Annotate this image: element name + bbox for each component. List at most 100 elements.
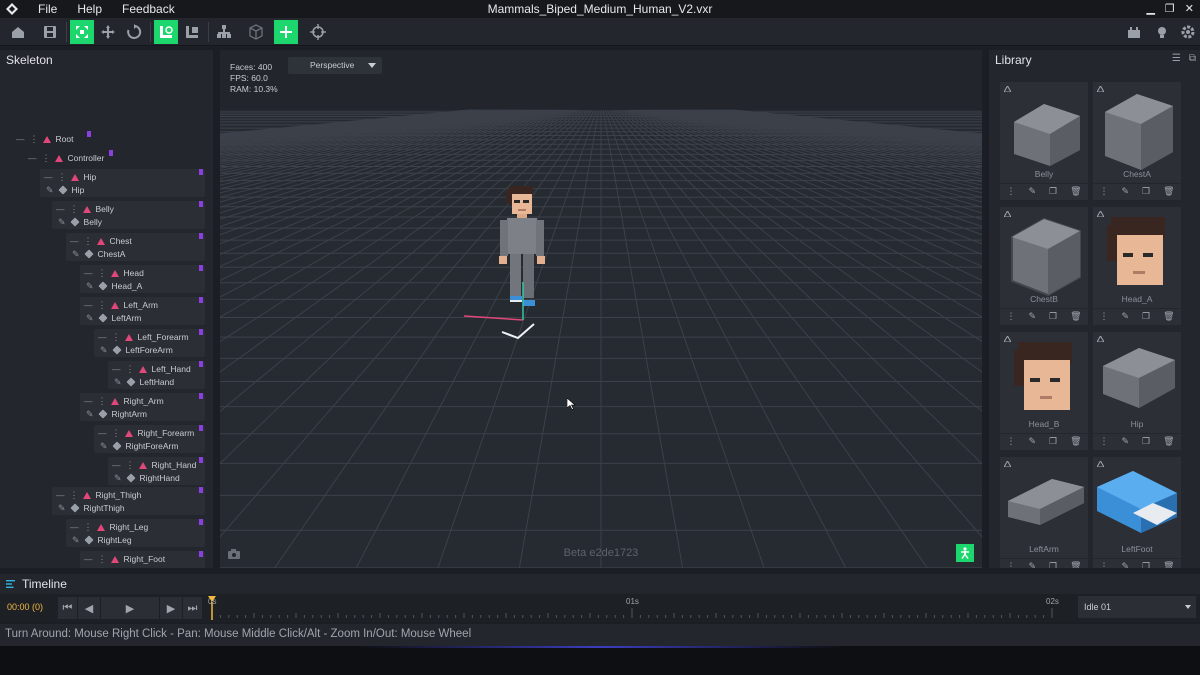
more-icon[interactable]: ⋮ xyxy=(1006,562,1015,568)
go-end-button[interactable]: ⏭ xyxy=(183,597,202,619)
edit-icon[interactable]: ✎ xyxy=(1028,187,1036,197)
save-icon[interactable] xyxy=(38,20,62,44)
bone-add-icon[interactable] xyxy=(154,20,178,44)
hierarchy-icon[interactable] xyxy=(212,20,236,44)
edit-icon[interactable]: ✎ xyxy=(100,441,108,452)
edit-icon[interactable]: ✎ xyxy=(100,345,108,356)
duplicate-icon[interactable]: ❐ xyxy=(1142,187,1150,197)
bone-item[interactable]: — ⋮ Chest ✎ ChestA xyxy=(66,233,205,264)
more-icon[interactable]: ⋮ xyxy=(1006,437,1015,447)
drag-handle-icon[interactable]: ⋮ xyxy=(84,236,93,247)
play-button[interactable]: ▶ xyxy=(101,597,159,619)
more-icon[interactable]: ⋮ xyxy=(1006,187,1015,197)
fit-view-icon[interactable] xyxy=(70,20,94,44)
edit-icon[interactable]: ✎ xyxy=(72,535,80,546)
settings-icon[interactable] xyxy=(1176,20,1200,44)
trash-icon[interactable]: 🗑 xyxy=(1070,562,1081,568)
collapse-icon[interactable]: — xyxy=(16,134,25,144)
more-icon[interactable]: ⋮ xyxy=(1006,312,1015,322)
edit-icon[interactable]: ✎ xyxy=(86,409,94,420)
edit-icon[interactable]: ✎ xyxy=(86,313,94,324)
drag-handle-icon[interactable]: ⋮ xyxy=(84,522,93,533)
collapse-icon[interactable]: — xyxy=(70,236,79,246)
menu-feedback[interactable]: Feedback xyxy=(122,2,175,16)
collapse-icon[interactable]: — xyxy=(70,522,79,532)
pose-mode-button[interactable] xyxy=(956,544,974,562)
trash-icon[interactable]: 🗑 xyxy=(1070,437,1081,447)
duplicate-icon[interactable]: ❐ xyxy=(1142,312,1150,322)
collapse-icon[interactable]: — xyxy=(56,204,65,214)
library-item[interactable]: Head_B ⋮ ✎ ❐ 🗑 xyxy=(1000,332,1088,450)
maximize-icon[interactable]: ❐ xyxy=(1165,2,1175,15)
more-icon[interactable]: ⋮ xyxy=(1099,562,1108,568)
edit-icon[interactable]: ✎ xyxy=(1121,562,1129,568)
collapse-icon[interactable]: — xyxy=(98,332,107,342)
trash-icon[interactable]: 🗑 xyxy=(1070,312,1081,322)
3d-viewport[interactable]: Faces: 400 FPS: 60.0 RAM: 10.3% Perspect… xyxy=(220,50,982,568)
trash-icon[interactable]: 🗑 xyxy=(1070,187,1081,197)
camera-mode-dropdown[interactable]: Perspective xyxy=(288,57,382,74)
edit-icon[interactable]: ✎ xyxy=(1121,312,1129,322)
collapse-icon[interactable]: — xyxy=(112,460,121,470)
collapse-icon[interactable]: — xyxy=(84,268,93,278)
bone-item[interactable]: — ⋮ Head ✎ Head_A xyxy=(80,265,205,296)
trash-icon[interactable]: 🗑 xyxy=(1163,312,1174,322)
collapse-icon[interactable]: — xyxy=(56,490,65,500)
edit-icon[interactable]: ✎ xyxy=(1028,437,1036,447)
drag-handle-icon[interactable]: ⋮ xyxy=(70,204,79,215)
drag-handle-icon[interactable]: ⋮ xyxy=(98,268,107,279)
bone-item[interactable]: — ⋮ Left_Forearm ✎ LeftForeArm xyxy=(94,329,205,360)
animation-select[interactable]: Idle 01 xyxy=(1078,596,1196,618)
drag-handle-icon[interactable]: ⋮ xyxy=(70,490,79,501)
bone-item[interactable]: — ⋮ Right_Leg ✎ RightLeg xyxy=(66,519,205,550)
bone-item[interactable]: — ⋮ Right_Forearm ✎ RightForeArm xyxy=(94,425,205,456)
menu-file[interactable]: File xyxy=(38,2,57,16)
edit-icon[interactable]: ✎ xyxy=(1028,562,1036,568)
drag-handle-icon[interactable]: ⋮ xyxy=(112,428,121,439)
collapse-icon[interactable]: — xyxy=(84,396,93,406)
edit-icon[interactable]: ✎ xyxy=(46,185,54,196)
minimize-icon[interactable]: ▁ xyxy=(1146,2,1154,15)
edit-icon[interactable]: ✎ xyxy=(1121,437,1129,447)
export-icon[interactable] xyxy=(1122,20,1146,44)
collapse-icon[interactable]: — xyxy=(84,554,93,564)
next-frame-button[interactable]: ▶ xyxy=(160,597,182,619)
drag-handle-icon[interactable]: ⋮ xyxy=(98,300,107,311)
duplicate-icon[interactable]: ❐ xyxy=(1049,437,1057,447)
light-icon[interactable] xyxy=(1150,20,1174,44)
duplicate-icon[interactable]: ❐ xyxy=(1049,312,1057,322)
trash-icon[interactable]: 🗑 xyxy=(1163,437,1174,447)
edit-icon[interactable]: ✎ xyxy=(58,503,66,514)
edit-icon[interactable]: ✎ xyxy=(58,217,66,228)
bone-item[interactable]: — ⋮ Belly ✎ Belly xyxy=(52,201,205,232)
go-start-button[interactable]: ⏮ xyxy=(58,597,77,619)
bone-item[interactable]: — ⋮ Left_Arm ✎ LeftArm xyxy=(80,297,205,328)
drag-handle-icon[interactable]: ⋮ xyxy=(30,134,39,145)
library-item[interactable]: LeftFoot ⋮ ✎ ❐ 🗑 xyxy=(1093,457,1181,568)
drag-handle-icon[interactable]: ⋮ xyxy=(98,554,107,565)
library-item[interactable]: LeftArm ⋮ ✎ ❐ 🗑 xyxy=(1000,457,1088,568)
drag-handle-icon[interactable]: ⋮ xyxy=(58,172,67,183)
rotate-icon[interactable] xyxy=(122,20,146,44)
library-item[interactable]: Head_A ⋮ ✎ ❐ 🗑 xyxy=(1093,207,1181,325)
collapse-icon[interactable]: — xyxy=(44,172,53,182)
bone-item[interactable]: — ⋮ Right_Arm ✎ RightArm xyxy=(80,393,205,424)
collapse-icon[interactable]: — xyxy=(112,364,121,374)
voxel-character[interactable] xyxy=(460,180,580,340)
popout-icon[interactable]: ⧉ xyxy=(1189,53,1196,64)
library-item[interactable]: ChestA ⋮ ✎ ❐ 🗑 xyxy=(1093,82,1181,200)
edit-icon[interactable]: ✎ xyxy=(1121,187,1129,197)
more-icon[interactable]: ⋮ xyxy=(1099,437,1108,447)
bone-item[interactable]: — ⋮ Hip ✎ Hip xyxy=(40,169,205,200)
drag-handle-icon[interactable]: ⋮ xyxy=(126,364,135,375)
bone-item[interactable]: — ⋮ Left_Hand ✎ LeftHand xyxy=(108,361,205,392)
edit-icon[interactable]: ✎ xyxy=(86,567,94,569)
move-icon[interactable] xyxy=(96,20,120,44)
library-item[interactable]: Belly ⋮ ✎ ❐ 🗑 xyxy=(1000,82,1088,200)
edit-icon[interactable]: ✎ xyxy=(1028,312,1036,322)
collapse-icon[interactable]: — xyxy=(98,428,107,438)
duplicate-icon[interactable]: ❐ xyxy=(1049,562,1057,568)
bone-mirror-icon[interactable] xyxy=(180,20,204,44)
more-icon[interactable]: ⋮ xyxy=(1099,312,1108,322)
trash-icon[interactable]: 🗑 xyxy=(1163,562,1174,568)
